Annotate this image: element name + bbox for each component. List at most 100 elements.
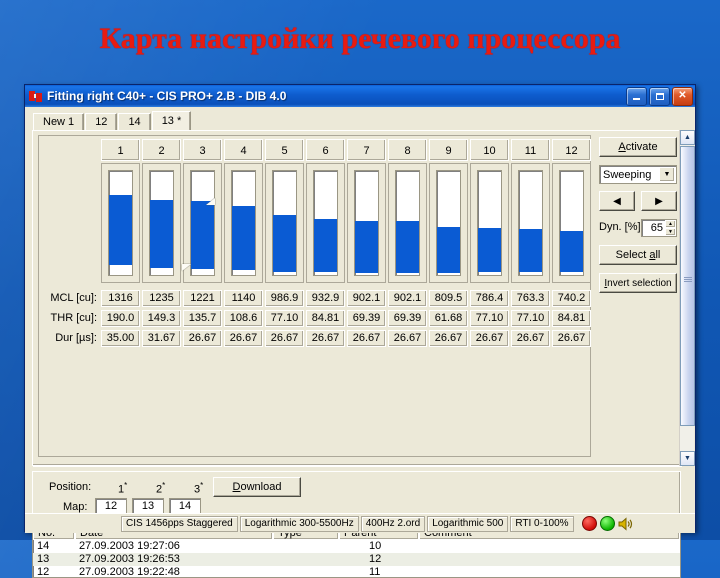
value-cell-2-4[interactable]: 26.67 — [224, 330, 263, 347]
tab-13[interactable]: 13 * — [151, 111, 192, 131]
value-cell-2-2[interactable]: 31.67 — [142, 330, 181, 347]
value-cell-1-12[interactable]: 84.81 — [552, 310, 591, 327]
value-cell-1-8[interactable]: 69.39 — [388, 310, 427, 327]
channel-bar-6[interactable] — [314, 218, 337, 272]
value-cell-1-7[interactable]: 69.39 — [347, 310, 386, 327]
slider-track-7[interactable] — [354, 170, 379, 276]
value-cell-0-9[interactable]: 809.5 — [429, 290, 468, 307]
value-cell-1-10[interactable]: 77.10 — [470, 310, 509, 327]
value-cell-2-9[interactable]: 26.67 — [429, 330, 468, 347]
value-cell-2-6[interactable]: 26.67 — [306, 330, 345, 347]
value-cell-0-10[interactable]: 786.4 — [470, 290, 509, 307]
value-cell-2-3[interactable]: 26.67 — [183, 330, 222, 347]
slider-track-3[interactable] — [190, 170, 215, 276]
channel-slider-8[interactable] — [388, 163, 427, 283]
value-cell-0-1[interactable]: 1316 — [101, 290, 140, 307]
maximize-button[interactable] — [649, 86, 670, 106]
channel-slider-5[interactable] — [265, 163, 304, 283]
value-cell-1-5[interactable]: 77.10 — [265, 310, 304, 327]
channel-bar-12[interactable] — [560, 230, 583, 272]
value-cell-2-12[interactable]: 26.67 — [552, 330, 591, 347]
value-cell-1-4[interactable]: 108.6 — [224, 310, 263, 327]
mcl-drag-handle[interactable] — [206, 197, 215, 205]
channel-header-1[interactable]: 1 — [101, 139, 140, 161]
activate-button[interactable]: Activate — [599, 137, 677, 157]
value-cell-0-6[interactable]: 932.9 — [306, 290, 345, 307]
value-cell-0-5[interactable]: 986.9 — [265, 290, 304, 307]
select-all-button[interactable]: Select all — [599, 245, 677, 265]
value-cell-1-11[interactable]: 77.10 — [511, 310, 550, 327]
channel-slider-10[interactable] — [470, 163, 509, 283]
position-option-1[interactable]: 1* — [118, 481, 127, 496]
value-cell-1-3[interactable]: 135.7 — [183, 310, 222, 327]
channel-slider-1[interactable] — [101, 163, 140, 283]
position-option-3[interactable]: 3* — [194, 481, 203, 496]
channel-slider-12[interactable] — [552, 163, 591, 283]
channel-header-2[interactable]: 2 — [142, 139, 181, 161]
channel-slider-2[interactable] — [142, 163, 181, 283]
slider-track-9[interactable] — [436, 170, 461, 276]
download-button[interactable]: Download — [213, 477, 301, 497]
speaker-icon[interactable] — [618, 516, 634, 531]
channel-slider-7[interactable] — [347, 163, 386, 283]
channel-slider-9[interactable] — [429, 163, 468, 283]
value-cell-0-12[interactable]: 740.2 — [552, 290, 591, 307]
previous-button[interactable]: ◀ — [599, 191, 635, 211]
value-cell-2-5[interactable]: 26.67 — [265, 330, 304, 347]
channel-bar-5[interactable] — [273, 215, 296, 273]
slider-track-4[interactable] — [231, 170, 256, 276]
value-cell-0-3[interactable]: 1221 — [183, 290, 222, 307]
minimize-button[interactable] — [626, 86, 647, 106]
channel-header-4[interactable]: 4 — [224, 139, 263, 161]
channel-header-9[interactable]: 9 — [429, 139, 468, 161]
scroll-up-icon[interactable]: ▲ — [680, 130, 695, 145]
vertical-scrollbar[interactable]: ▲ ▼ — [679, 130, 695, 466]
channel-bar-7[interactable] — [355, 220, 378, 273]
mode-combobox[interactable]: Sweeping ▼ — [599, 165, 677, 184]
window-titlebar[interactable]: Fitting right C40+ - CIS PRO+ 2.B - DIB … — [25, 85, 695, 107]
slider-track-6[interactable] — [313, 170, 338, 276]
channel-header-5[interactable]: 5 — [265, 139, 304, 161]
tab-14[interactable]: 14 — [118, 113, 151, 131]
value-cell-2-1[interactable]: 35.00 — [101, 330, 140, 347]
dynamic-range-stepper[interactable]: 65 ▲ ▼ — [641, 219, 677, 237]
slider-track-10[interactable] — [477, 170, 502, 276]
channel-slider-4[interactable] — [224, 163, 263, 283]
value-cell-1-2[interactable]: 149.3 — [142, 310, 181, 327]
channel-header-11[interactable]: 11 — [511, 139, 550, 161]
channel-header-10[interactable]: 10 — [470, 139, 509, 161]
thr-drag-handle[interactable] — [182, 263, 191, 271]
slider-track-11[interactable] — [518, 170, 543, 276]
channel-slider-6[interactable] — [306, 163, 345, 283]
tab-new1[interactable]: New 1 — [33, 113, 85, 131]
slider-track-8[interactable] — [395, 170, 420, 276]
position-option-2[interactable]: 2* — [156, 481, 165, 496]
table-row[interactable]: 14 27.09.2003 19:27:06 10 — [33, 540, 680, 553]
tab-12[interactable]: 12 — [85, 113, 118, 131]
channel-header-8[interactable]: 8 — [388, 139, 427, 161]
value-cell-0-11[interactable]: 763.3 — [511, 290, 550, 307]
channel-bar-9[interactable] — [437, 226, 460, 274]
table-row[interactable]: 13 27.09.2003 19:26:53 12 — [33, 553, 680, 566]
channel-bar-1[interactable] — [109, 194, 132, 266]
channel-slider-11[interactable] — [511, 163, 550, 283]
value-cell-0-8[interactable]: 902.1 — [388, 290, 427, 307]
value-cell-2-10[interactable]: 26.67 — [470, 330, 509, 347]
value-cell-2-11[interactable]: 26.67 — [511, 330, 550, 347]
value-cell-2-8[interactable]: 26.67 — [388, 330, 427, 347]
scroll-down-icon[interactable]: ▼ — [680, 451, 695, 466]
value-cell-1-6[interactable]: 84.81 — [306, 310, 345, 327]
channel-bar-2[interactable] — [150, 199, 173, 268]
slider-track-2[interactable] — [149, 170, 174, 276]
close-button[interactable]: ✕ — [672, 86, 693, 106]
channel-slider-3[interactable] — [182, 163, 222, 283]
channel-header-6[interactable]: 6 — [306, 139, 345, 161]
channel-bar-11[interactable] — [519, 229, 542, 273]
invert-selection-button[interactable]: Invert selection — [599, 273, 677, 293]
slider-track-12[interactable] — [559, 170, 584, 276]
channel-header-12[interactable]: 12 — [552, 139, 591, 161]
channel-header-3[interactable]: 3 — [183, 139, 222, 161]
channel-header-7[interactable]: 7 — [347, 139, 386, 161]
slider-track-1[interactable] — [108, 170, 133, 276]
value-cell-2-7[interactable]: 26.67 — [347, 330, 386, 347]
